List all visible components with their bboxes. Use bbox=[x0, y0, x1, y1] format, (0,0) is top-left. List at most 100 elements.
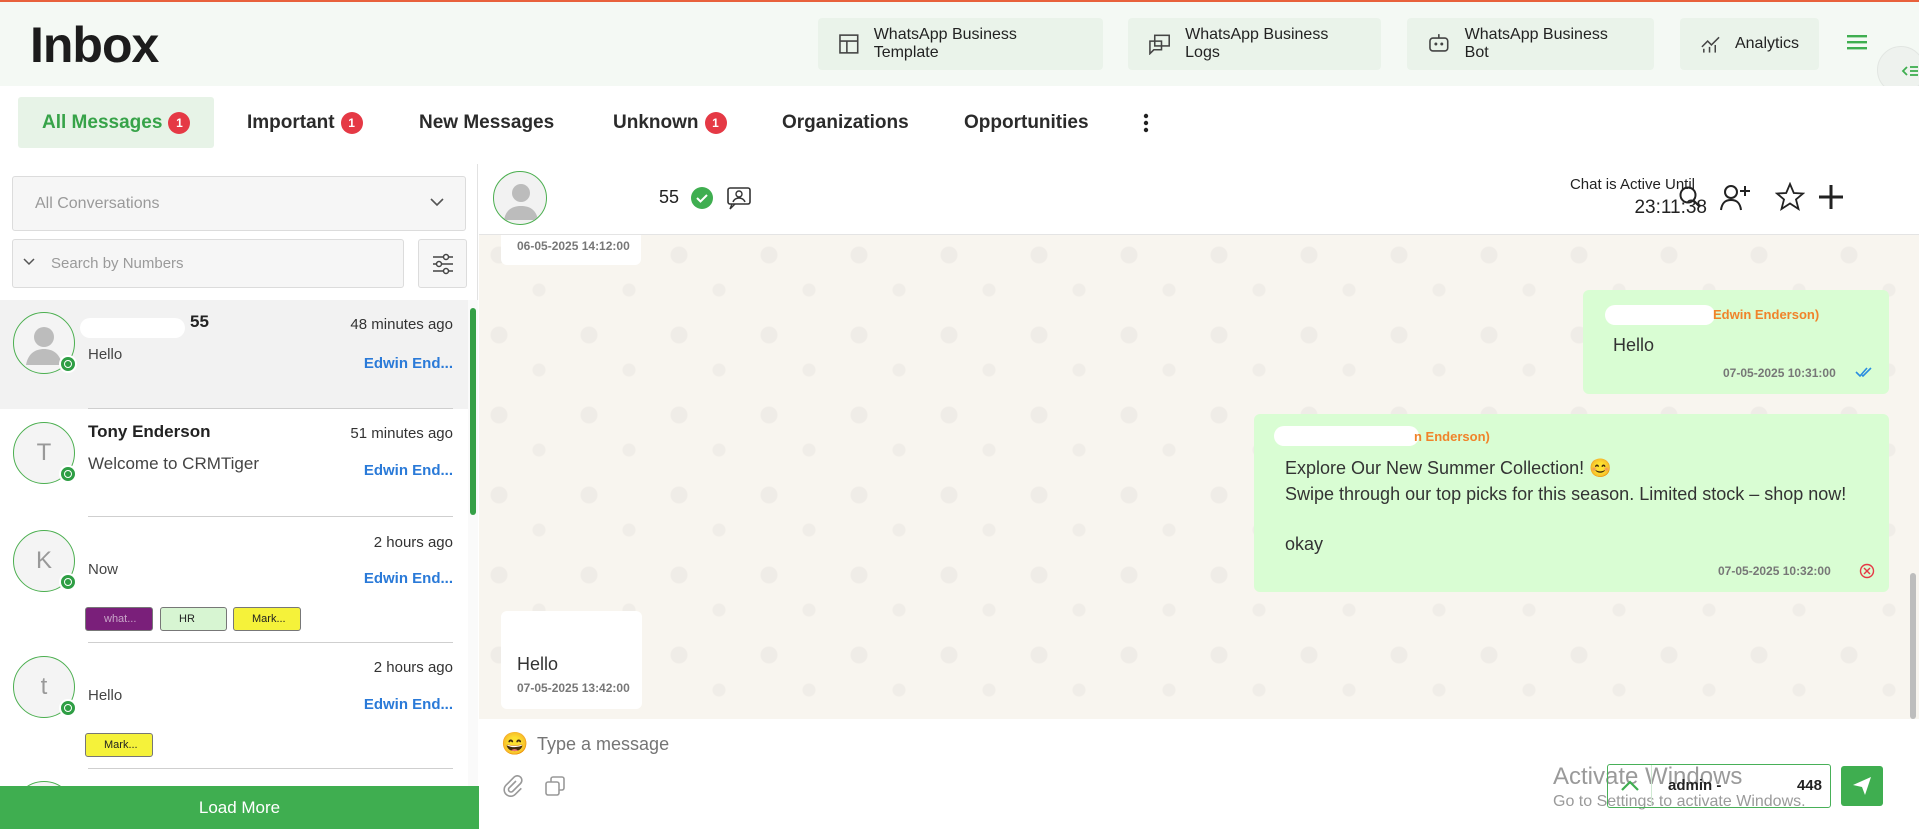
conversation-panel: All Conversations Search by Numbers 55 4… bbox=[0, 164, 479, 829]
expand-agent-button[interactable] bbox=[1608, 765, 1652, 806]
hamburger-menu-icon[interactable] bbox=[1845, 32, 1869, 52]
tab-all-messages-label: All Messages bbox=[42, 111, 163, 133]
analytics-button[interactable]: Analytics bbox=[1680, 18, 1819, 70]
tab-important-label: Important bbox=[247, 111, 335, 133]
chevron-down-icon bbox=[430, 198, 444, 207]
conversation-filter-value: All Conversations bbox=[35, 195, 160, 212]
tab-new-messages-label: New Messages bbox=[419, 111, 555, 133]
scrollbar-thumb[interactable] bbox=[470, 308, 476, 515]
message-sender: Edwin Enderson) bbox=[1713, 307, 1820, 322]
avatar: K bbox=[13, 530, 77, 592]
avatar: T bbox=[13, 422, 77, 484]
whatsapp-icon bbox=[59, 699, 77, 717]
unread-badge: 1 bbox=[168, 111, 191, 134]
tab-unknown[interactable]: Unknown 1 bbox=[589, 97, 751, 148]
avatar: t bbox=[13, 656, 77, 718]
conversation-filter-select[interactable]: All Conversations bbox=[12, 176, 466, 231]
tab-all-messages[interactable]: All Messages 1 bbox=[18, 97, 215, 148]
person-icon bbox=[504, 184, 538, 220]
message-composer: 😄 Activate Windows Go to Settings to act… bbox=[479, 719, 1919, 829]
load-more-button[interactable]: Load More bbox=[0, 786, 479, 829]
message-time: 48 minutes ago bbox=[350, 316, 453, 333]
more-options-icon[interactable] bbox=[1138, 112, 1154, 134]
chat-header: 55 Chat is Active Until 23:11:38 bbox=[479, 164, 1919, 235]
tab-organizations-label: Organizations bbox=[782, 111, 909, 133]
label-tag[interactable]: Mark... bbox=[85, 733, 153, 757]
message-time: 51 minutes ago bbox=[350, 425, 453, 442]
agent-count: 448 bbox=[1796, 777, 1822, 794]
tab-opportunities-label: Opportunities bbox=[964, 111, 1089, 133]
assign-agent-selector[interactable]: admin - 448 bbox=[1607, 764, 1831, 808]
conversation-item[interactable]: T Tony Enderson 51 minutes ago Welcome t… bbox=[0, 409, 468, 517]
whatsapp-bot-label: WhatsApp Business Bot bbox=[1464, 26, 1608, 61]
message-sender: n Enderson) bbox=[1414, 429, 1490, 444]
send-icon bbox=[1853, 777, 1871, 795]
avatar-letter: T bbox=[36, 439, 52, 466]
whatsapp-logs-button[interactable]: WhatsApp Business Logs bbox=[1128, 18, 1381, 70]
avatar-letter: K bbox=[35, 547, 52, 574]
contact-name: 55 bbox=[190, 312, 209, 331]
tab-new-messages[interactable]: New Messages bbox=[395, 97, 578, 148]
avatar bbox=[493, 171, 547, 225]
conversation-item[interactable]: K 2 hours ago Now Edwin End... what... H… bbox=[0, 517, 468, 643]
message-preview: Hello bbox=[88, 687, 123, 704]
advanced-filter-button[interactable] bbox=[418, 239, 467, 288]
chevron-down-icon bbox=[23, 258, 35, 266]
template-icon bbox=[839, 34, 859, 54]
analytics-label: Analytics bbox=[1734, 35, 1799, 52]
chat-bubble-user-icon[interactable] bbox=[726, 186, 752, 210]
assigned-agent-link[interactable]: Edwin End... bbox=[364, 355, 453, 372]
chat-contact-name: 55 bbox=[659, 187, 680, 207]
redacted-sender bbox=[1605, 305, 1715, 325]
star-icon[interactable] bbox=[1775, 182, 1805, 212]
search-placeholder: Search by Numbers bbox=[51, 255, 184, 272]
chat-scrollbar-thumb[interactable] bbox=[1910, 573, 1916, 719]
assigned-agent-link[interactable]: Edwin End... bbox=[364, 696, 453, 713]
add-user-icon[interactable] bbox=[1719, 182, 1751, 212]
send-button[interactable] bbox=[1841, 766, 1883, 806]
attachment-icon[interactable] bbox=[501, 775, 523, 797]
assigned-agent-link[interactable]: Edwin End... bbox=[364, 462, 453, 479]
unread-badge: 1 bbox=[704, 111, 727, 134]
tab-important[interactable]: Important 1 bbox=[223, 97, 387, 148]
list-scrollbar[interactable] bbox=[468, 300, 478, 790]
label-tag[interactable]: Mark... bbox=[233, 607, 301, 631]
message-text: Hello bbox=[1613, 335, 1655, 355]
conversation-item[interactable]: 55 48 minutes ago Hello Edwin End... bbox=[0, 300, 468, 409]
verified-check-icon bbox=[691, 187, 713, 209]
message-timestamp: 07-05-2025 13:42:00 bbox=[517, 681, 630, 695]
plus-icon[interactable] bbox=[1816, 182, 1846, 212]
conversation-list: 55 48 minutes ago Hello Edwin End... T T… bbox=[0, 300, 468, 790]
top-header: Inbox WhatsApp Business Template WhatsAp… bbox=[0, 2, 1919, 94]
agent-name: admin - bbox=[1668, 777, 1722, 794]
message-text: Hello bbox=[517, 654, 559, 674]
tab-organizations[interactable]: Organizations bbox=[758, 97, 933, 148]
label-tag[interactable]: what... bbox=[85, 607, 153, 631]
bot-icon bbox=[1429, 34, 1449, 52]
whatsapp-template-button[interactable]: WhatsApp Business Template bbox=[818, 18, 1103, 70]
whatsapp-bot-button[interactable]: WhatsApp Business Bot bbox=[1407, 18, 1654, 70]
double-check-icon bbox=[1855, 367, 1872, 378]
label-tag[interactable]: HR bbox=[160, 607, 227, 631]
conversation-item[interactable]: t 2 hours ago Hello Edwin End... Mark... bbox=[0, 643, 468, 769]
whatsapp-template-label: WhatsApp Business Template bbox=[873, 26, 1017, 61]
search-icon[interactable] bbox=[1677, 184, 1703, 210]
tab-opportunities[interactable]: Opportunities bbox=[940, 97, 1113, 148]
whatsapp-icon bbox=[59, 573, 77, 591]
message-timestamp: 06-05-2025 14:12:00 bbox=[517, 239, 630, 253]
emoji-icon[interactable]: 😄 bbox=[501, 731, 528, 757]
page-title: Inbox bbox=[30, 17, 159, 73]
copy-template-icon[interactable] bbox=[544, 775, 566, 797]
tab-unknown-label: Unknown bbox=[613, 111, 699, 133]
message-timestamp: 07-05-2025 10:31:00 bbox=[1723, 366, 1836, 380]
avatar-letter: t bbox=[40, 673, 48, 700]
search-numbers-input[interactable]: Search by Numbers bbox=[12, 239, 404, 288]
whatsapp-icon bbox=[59, 465, 77, 483]
message-timestamp: 07-05-2025 10:32:00 bbox=[1718, 564, 1831, 578]
incoming-message: Hello 07-05-2025 13:42:00 bbox=[501, 611, 642, 709]
message-input[interactable] bbox=[537, 729, 1837, 759]
unread-badge: 1 bbox=[340, 111, 363, 134]
whatsapp-icon bbox=[59, 355, 77, 373]
chevron-up-icon bbox=[1620, 779, 1639, 791]
assigned-agent-link[interactable]: Edwin End... bbox=[364, 570, 453, 587]
